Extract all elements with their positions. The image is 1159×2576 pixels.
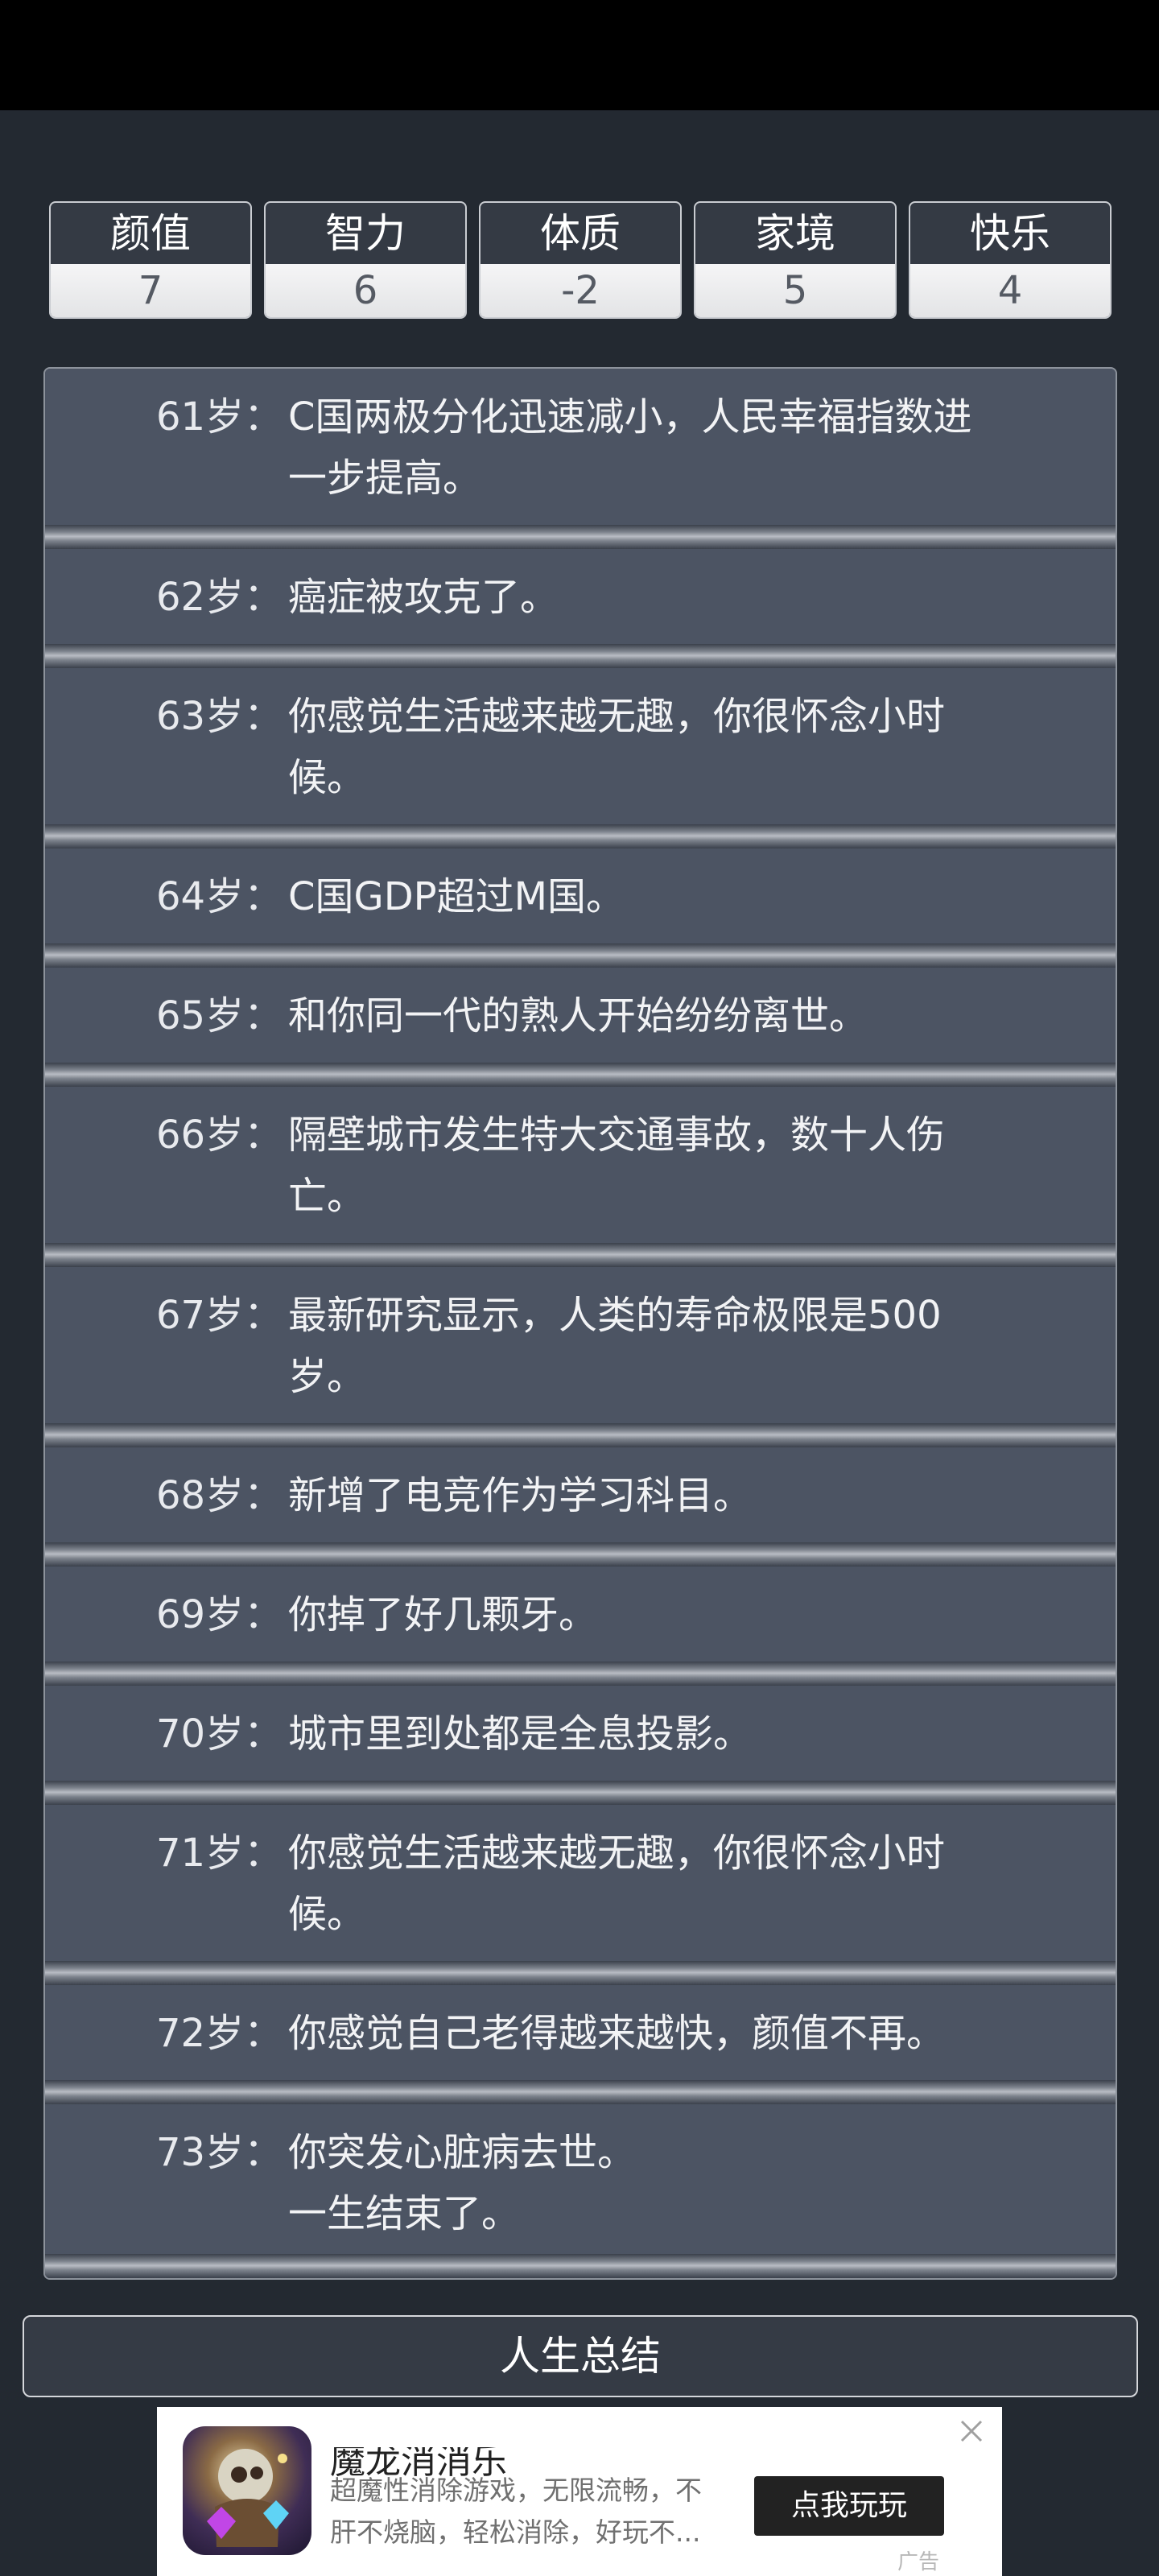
event-age: 71岁： [156,1831,283,1876]
status-bar [0,0,1159,110]
event-text: 你感觉生活越来越无趣，你很怀念小时 候。 [288,694,946,800]
attribute-panel: 颜值 7 智力 6 体质 -2 家境 5 快乐 4 [49,201,1112,319]
event-text: C国两极分化迅速减小，人民幸福指数进 一步提高。 [288,394,972,501]
life-summary-button[interactable]: 人生总结 [23,2315,1138,2397]
event-age: 64岁： [156,874,283,919]
life-event-item: 63岁： 你感觉生活越来越无趣，你很怀念小时 候。 [45,668,1116,848]
life-event-item: 73岁： 你突发心脏病去世。 一生结束了。 [45,2104,1116,2278]
life-event-item: 67岁： 最新研究显示，人类的寿命极限是500 岁。 [45,1267,1116,1447]
attribute-label: 家境 [755,210,835,257]
attribute-label: 体质 [540,210,621,257]
event-age: 68岁： [156,1473,283,1518]
event-age: 61岁： [156,394,283,440]
attribute-value: 5 [695,264,895,317]
attribute-value: 4 [910,264,1110,317]
life-event-item: 61岁： C国两极分化迅速减小，人民幸福指数进 一步提高。 [45,369,1116,549]
event-text: 你感觉生活越来越无趣，你很怀念小时 候。 [288,1831,946,1937]
attribute-label: 快乐 [970,210,1050,257]
event-age: 67岁： [156,1293,283,1338]
life-event-item: 69岁： 你掉了好几颗牙。 [45,1567,1116,1686]
attribute-family: 家境 5 [694,201,897,319]
event-text: 你突发心脏病去世。 一生结束了。 [288,2130,637,2236]
event-text: 和你同一代的熟人开始纷纷离世。 [288,993,868,1038]
attribute-label: 颜值 [110,210,191,257]
life-event-item: 70岁： 城市里到处都是全息投影。 [45,1686,1116,1805]
event-age: 65岁： [156,993,283,1038]
event-age: 72岁： [156,2011,283,2056]
ad-description[interactable]: 超魔性消除游戏，无限流畅，不 肝不烧脑，轻松消除，好玩不... [330,2470,724,2553]
event-text: 你感觉自己老得越来越快，颜值不再。 [288,2011,946,2056]
event-text: 最新研究显示，人类的寿命极限是500 岁。 [288,1293,942,1399]
event-age: 73岁： [156,2130,283,2175]
life-restart-page: 颜值 7 智力 6 体质 -2 家境 5 快乐 4 61岁： C国两极分化迅速减… [0,0,1159,2576]
event-text: 隔壁城市发生特大交通事故，数十人伤 亡。 [288,1113,946,1219]
attribute-value: -2 [481,264,680,317]
game-character-icon[interactable] [183,2426,311,2555]
event-text: 城市里到处都是全息投影。 [288,1711,753,1757]
attribute-value: 6 [266,264,465,317]
event-text: 你掉了好几颗牙。 [288,1592,598,1637]
event-age: 63岁： [156,694,283,739]
event-text: 癌症被攻克了。 [288,575,559,620]
life-event-item: 65岁： 和你同一代的熟人开始纷纷离世。 [45,968,1116,1087]
life-event-item: 64岁： C国GDP超过M国。 [45,848,1116,968]
life-event-item: 62岁： 癌症被攻克了。 [45,549,1116,668]
ad-banner[interactable]: 魔龙消消乐 超魔性消除游戏，无限流畅，不 肝不烧脑，轻松消除，好玩不... 点我… [157,2407,1002,2576]
ad-tag: 广告 [897,2550,940,2574]
attribute-appearance: 颜值 7 [49,201,252,319]
attribute-happiness: 快乐 4 [909,201,1112,319]
ad-play-button[interactable]: 点我玩玩 [754,2476,944,2536]
life-event-item: 72岁： 你感觉自己老得越来越快，颜值不再。 [45,1985,1116,2104]
close-icon[interactable] [954,2413,989,2449]
event-age: 62岁： [156,575,283,620]
attribute-value: 7 [51,264,250,317]
life-event-item: 66岁： 隔壁城市发生特大交通事故，数十人伤 亡。 [45,1087,1116,1267]
life-event-item: 68岁： 新增了电竞作为学习科目。 [45,1447,1116,1567]
event-text: C国GDP超过M国。 [288,874,625,919]
event-age: 69岁： [156,1592,283,1637]
attribute-label: 智力 [325,210,406,257]
event-age: 66岁： [156,1113,283,1158]
attribute-intelligence: 智力 6 [264,201,467,319]
life-event-list[interactable]: 61岁： C国两极分化迅速减小，人民幸福指数进 一步提高。 62岁： 癌症被攻克… [43,367,1117,2280]
event-text: 新增了电竞作为学习科目。 [288,1473,753,1518]
event-age: 70岁： [156,1711,283,1757]
life-event-item: 71岁： 你感觉生活越来越无趣，你很怀念小时 候。 [45,1805,1116,1985]
attribute-constitution: 体质 -2 [479,201,682,319]
